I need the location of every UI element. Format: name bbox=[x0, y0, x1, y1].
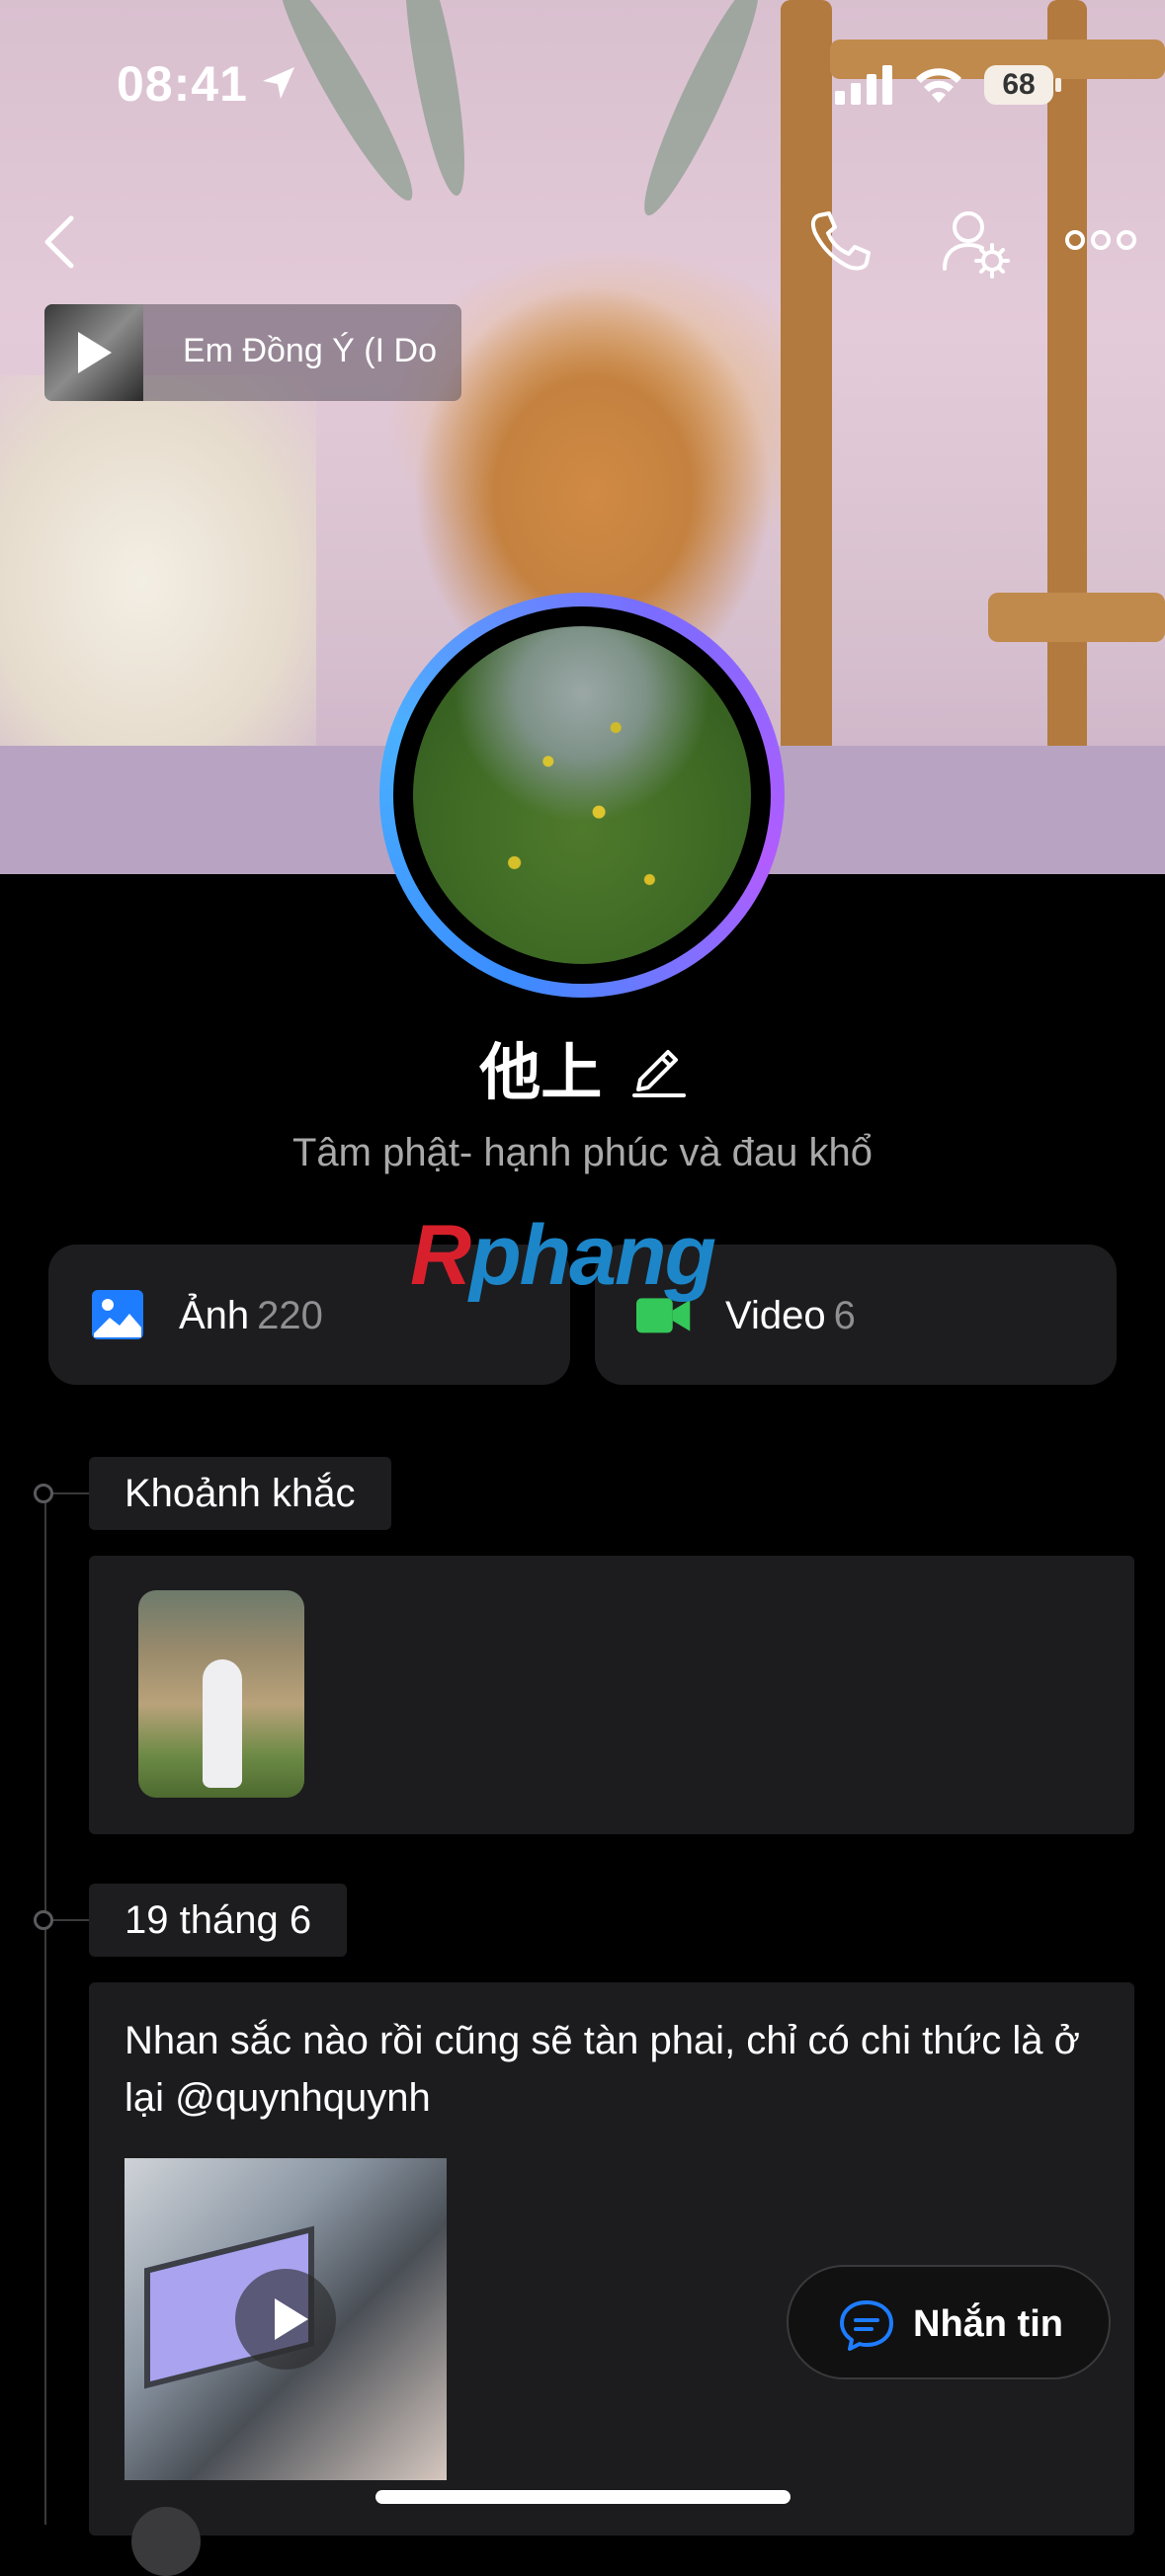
watermark-first-letter: R bbox=[410, 1208, 471, 1303]
battery-level: 68 bbox=[984, 65, 1053, 105]
photos-label: Ảnh bbox=[179, 1294, 250, 1337]
post-card[interactable]: Nhan sắc nào rồi cũng sẽ tàn phai, chỉ c… bbox=[89, 1982, 1134, 2536]
timeline-line bbox=[44, 1493, 46, 2525]
profile-name: 他上 bbox=[479, 1039, 603, 1107]
status-bar: 08:41 68 bbox=[0, 0, 1165, 168]
phone-call-icon[interactable] bbox=[805, 207, 874, 277]
post-video-thumbnail[interactable] bbox=[125, 2158, 447, 2480]
battery-nub bbox=[1055, 78, 1061, 92]
watermark-rest: phang bbox=[469, 1208, 716, 1303]
user-settings-icon[interactable] bbox=[939, 205, 1014, 281]
photos-count: 220 bbox=[257, 1294, 323, 1337]
cellular-signal-icon bbox=[835, 65, 892, 105]
back-chevron-icon[interactable] bbox=[40, 212, 79, 272]
profile-music-widget[interactable]: Em Đồng Ý (I Do bbox=[44, 304, 461, 401]
video-play-button[interactable] bbox=[235, 2269, 336, 2370]
edit-pencil-icon[interactable] bbox=[630, 1036, 686, 1097]
music-title: Em Đồng Ý (I Do bbox=[183, 332, 437, 369]
status-time: 08:41 bbox=[117, 56, 248, 112]
message-button[interactable]: Nhắn tin bbox=[787, 2265, 1111, 2379]
timeline-node bbox=[34, 1910, 53, 1930]
play-icon[interactable] bbox=[78, 332, 112, 373]
profile-avatar[interactable] bbox=[379, 593, 785, 998]
date-tag: 19 tháng 6 bbox=[89, 1884, 348, 1957]
timeline-node bbox=[34, 1484, 53, 1503]
avatar-image bbox=[413, 626, 751, 964]
timeline-connector bbox=[53, 1919, 89, 1921]
cover-decoration bbox=[988, 593, 1165, 642]
videos-count: 6 bbox=[833, 1294, 856, 1337]
cover-decoration bbox=[0, 375, 316, 751]
avatar-border bbox=[393, 606, 771, 984]
profile-name-row: 他上 bbox=[0, 1022, 1165, 1111]
avatar bbox=[131, 2507, 201, 2576]
photos-tile-label: Ảnh 220 bbox=[179, 1294, 323, 1338]
videos-label: Video bbox=[725, 1294, 826, 1337]
post-text: Nhan sắc nào rồi cũng sẽ tàn phai, chỉ c… bbox=[125, 2019, 1080, 2120]
photo-gallery-icon bbox=[92, 1290, 143, 1339]
location-arrow-icon bbox=[263, 67, 294, 99]
videos-tile-label: Video 6 bbox=[725, 1294, 856, 1338]
message-button-label: Nhắn tin bbox=[913, 2303, 1063, 2345]
wifi-icon bbox=[916, 68, 961, 103]
watermark-logo: Rphang bbox=[410, 1207, 716, 1305]
battery-indicator: 68 bbox=[984, 65, 1063, 105]
more-options-icon[interactable] bbox=[1065, 222, 1136, 258]
moments-tag: Khoảnh khắc bbox=[89, 1457, 391, 1530]
moments-card bbox=[89, 1556, 1134, 1834]
moment-person-figure bbox=[203, 1659, 242, 1788]
play-icon bbox=[275, 2298, 308, 2340]
home-indicator[interactable] bbox=[375, 2490, 791, 2504]
profile-bio: Tâm phật- hạnh phúc và đau khổ bbox=[291, 1131, 874, 1174]
moment-thumbnail[interactable] bbox=[138, 1590, 304, 1798]
timeline-connector bbox=[53, 1492, 89, 1494]
music-thumbnail bbox=[44, 304, 143, 401]
chat-bubble-icon bbox=[840, 2300, 893, 2351]
